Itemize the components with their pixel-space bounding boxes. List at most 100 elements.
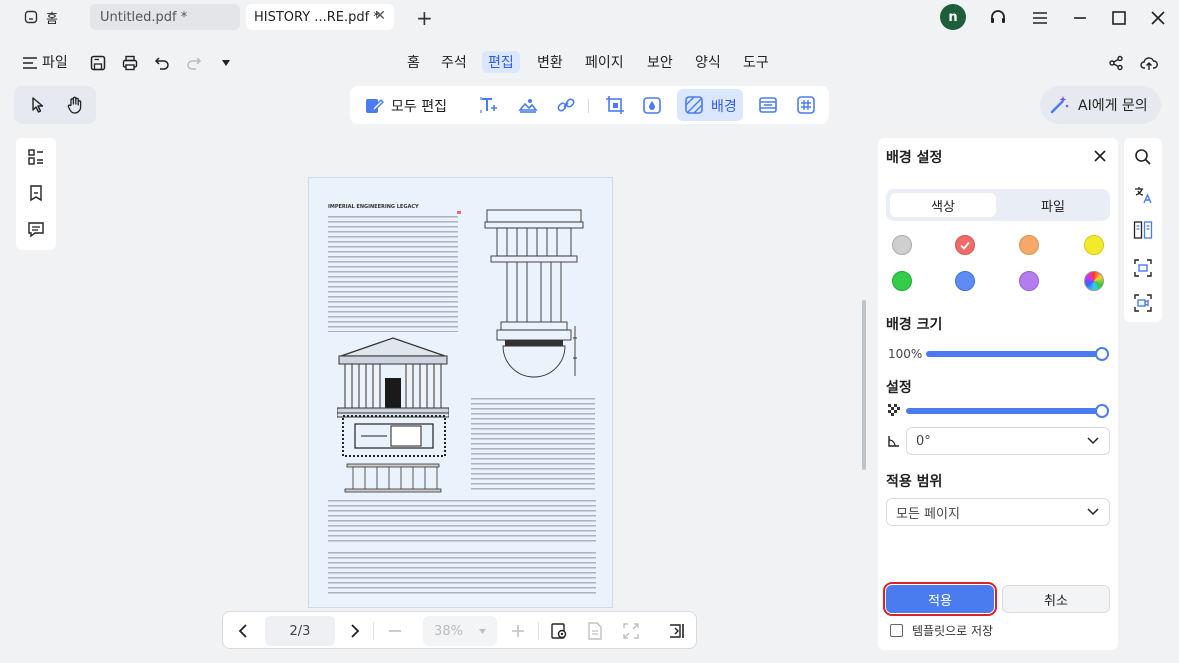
settings-title: 설정 bbox=[886, 380, 912, 396]
search-icon[interactable] bbox=[1131, 145, 1155, 169]
screenshot-ocr-icon[interactable] bbox=[1131, 256, 1155, 280]
tab-home[interactable]: 홈 bbox=[14, 4, 84, 30]
color-swatch-green[interactable] bbox=[892, 271, 912, 291]
background-source-tabs: 색상 파일 bbox=[886, 189, 1110, 221]
close-panel-icon[interactable] bbox=[1088, 144, 1112, 168]
document-scrollbar[interactable] bbox=[862, 300, 866, 470]
undo-icon[interactable] bbox=[150, 51, 174, 75]
save-icon[interactable] bbox=[86, 51, 110, 75]
ai-ask-label: AI에게 문의 bbox=[1078, 98, 1148, 114]
left-sidebar bbox=[16, 138, 56, 250]
pagebar-divider-2 bbox=[538, 622, 539, 640]
hand-tool-icon[interactable] bbox=[63, 93, 87, 117]
menu-item-tools[interactable]: 도구 bbox=[743, 52, 769, 72]
bates-number-icon[interactable] bbox=[794, 93, 818, 117]
last-page-icon[interactable] bbox=[665, 619, 689, 643]
rotation-value: 0° bbox=[916, 433, 931, 449]
fit-screen-icon[interactable] bbox=[619, 619, 643, 643]
watermark-icon[interactable] bbox=[640, 93, 664, 117]
apply-button[interactable]: 적용 bbox=[883, 582, 997, 616]
zoom-out-icon[interactable] bbox=[383, 619, 407, 643]
thumbnails-icon[interactable] bbox=[24, 145, 48, 169]
maximize-icon[interactable] bbox=[1107, 6, 1131, 30]
document-text-block-bottom bbox=[328, 552, 596, 596]
edit-all-label[interactable]: 모두 편집 bbox=[391, 96, 447, 116]
rotation-dropdown[interactable]: 0° bbox=[906, 427, 1110, 455]
cloud-upload-icon[interactable] bbox=[1137, 51, 1161, 75]
apply-range-dropdown[interactable]: 모든 페이지 bbox=[886, 498, 1110, 526]
opacity-slider-handle[interactable] bbox=[1095, 404, 1109, 418]
single-page-icon[interactable] bbox=[583, 619, 607, 643]
pagebar-divider bbox=[373, 622, 374, 640]
menu-item-home[interactable]: 홈 bbox=[407, 52, 420, 72]
opacity-slider[interactable] bbox=[906, 408, 1102, 414]
comments-icon[interactable] bbox=[24, 217, 48, 241]
zoom-level[interactable]: 38% bbox=[423, 616, 497, 646]
zoom-in-icon[interactable] bbox=[506, 619, 530, 643]
color-swatch-gray[interactable] bbox=[892, 235, 912, 255]
minimize-icon[interactable] bbox=[1068, 6, 1092, 30]
menu-item-convert[interactable]: 변환 bbox=[537, 52, 563, 72]
menu-lines-icon[interactable] bbox=[18, 51, 42, 75]
page-view-icon[interactable] bbox=[547, 619, 571, 643]
avatar[interactable]: n bbox=[940, 4, 966, 30]
prev-page-icon[interactable] bbox=[231, 619, 255, 643]
add-text-icon[interactable] bbox=[477, 93, 501, 117]
tab-history[interactable]: HISTORY ...RE.pdf * ✕ bbox=[246, 4, 394, 30]
menu-item-page[interactable]: 페이지 bbox=[585, 52, 624, 72]
page-indicator[interactable]: 2/3 bbox=[265, 616, 335, 646]
tab-untitled[interactable]: Untitled.pdf * bbox=[90, 4, 240, 30]
color-swatch-purple[interactable] bbox=[1019, 271, 1039, 291]
menu-item-form[interactable]: 양식 bbox=[695, 52, 721, 72]
quick-access-dropdown-icon[interactable] bbox=[214, 51, 238, 75]
document-heading: IMPERIAL ENGINEERING LEGACY bbox=[328, 204, 419, 210]
screen-record-icon[interactable] bbox=[1131, 291, 1155, 315]
select-pointer-icon[interactable] bbox=[26, 93, 50, 117]
ai-sparkle-icon bbox=[1050, 96, 1069, 114]
tab-color[interactable]: 색상 bbox=[890, 193, 996, 217]
tab-file[interactable]: 파일 bbox=[1000, 193, 1106, 217]
zoom-value: 38% bbox=[434, 623, 463, 639]
share-icon[interactable] bbox=[1104, 51, 1128, 75]
menu-item-comment[interactable]: 주석 bbox=[441, 52, 467, 72]
redo-icon[interactable] bbox=[182, 51, 206, 75]
header-footer-icon[interactable] bbox=[756, 93, 780, 117]
crop-page-icon[interactable] bbox=[603, 93, 627, 117]
rotation-angle-icon bbox=[888, 436, 899, 447]
close-window-icon[interactable] bbox=[1146, 6, 1170, 30]
save-template-checkbox[interactable] bbox=[890, 624, 903, 637]
menu-bar: 파일 홈 주석 편집 변환 페이지 보안 양식 도구 bbox=[0, 44, 1179, 82]
column-elevation bbox=[344, 463, 442, 493]
background-tool-button[interactable]: 배경 bbox=[677, 89, 743, 121]
add-link-icon[interactable] bbox=[554, 93, 578, 117]
color-swatch-red[interactable] bbox=[955, 235, 975, 255]
menu-item-security[interactable]: 보안 bbox=[647, 52, 673, 72]
print-icon[interactable] bbox=[118, 51, 142, 75]
close-tab-icon[interactable]: ✕ bbox=[374, 8, 386, 24]
apply-range-title: 적용 범위 bbox=[886, 474, 943, 490]
color-swatch-blue[interactable] bbox=[955, 271, 975, 291]
translate-icon[interactable] bbox=[1131, 183, 1155, 207]
color-swatch-orange[interactable] bbox=[1019, 235, 1039, 255]
file-menu[interactable]: 파일 bbox=[42, 52, 68, 72]
compare-documents-icon[interactable] bbox=[1131, 218, 1155, 242]
zoom-dropdown-icon bbox=[478, 628, 486, 634]
ai-ask-button[interactable]: AI에게 문의 bbox=[1040, 86, 1161, 124]
document-page[interactable]: IMPERIAL ENGINEERING LEGACY bbox=[308, 177, 613, 608]
next-page-icon[interactable] bbox=[343, 619, 367, 643]
toolbar-divider bbox=[588, 99, 589, 113]
menu-hamburger-icon[interactable] bbox=[1028, 6, 1052, 30]
menu-item-edit[interactable]: 편집 bbox=[482, 51, 520, 73]
background-size-slider[interactable] bbox=[926, 351, 1102, 357]
background-size-slider-handle[interactable] bbox=[1095, 347, 1109, 361]
tab-history-label: HISTORY ...RE.pdf * bbox=[254, 9, 380, 25]
cancel-button[interactable]: 취소 bbox=[1002, 585, 1110, 613]
support-headset-icon[interactable] bbox=[986, 6, 1010, 30]
add-tab-button[interactable]: + bbox=[416, 6, 433, 30]
add-image-icon[interactable] bbox=[516, 93, 540, 117]
selected-check-icon bbox=[960, 241, 970, 250]
edit-all-icon[interactable] bbox=[362, 93, 386, 117]
color-swatch-yellow[interactable] bbox=[1084, 235, 1104, 255]
bookmark-icon[interactable] bbox=[24, 181, 48, 205]
color-picker-custom[interactable] bbox=[1084, 271, 1104, 291]
